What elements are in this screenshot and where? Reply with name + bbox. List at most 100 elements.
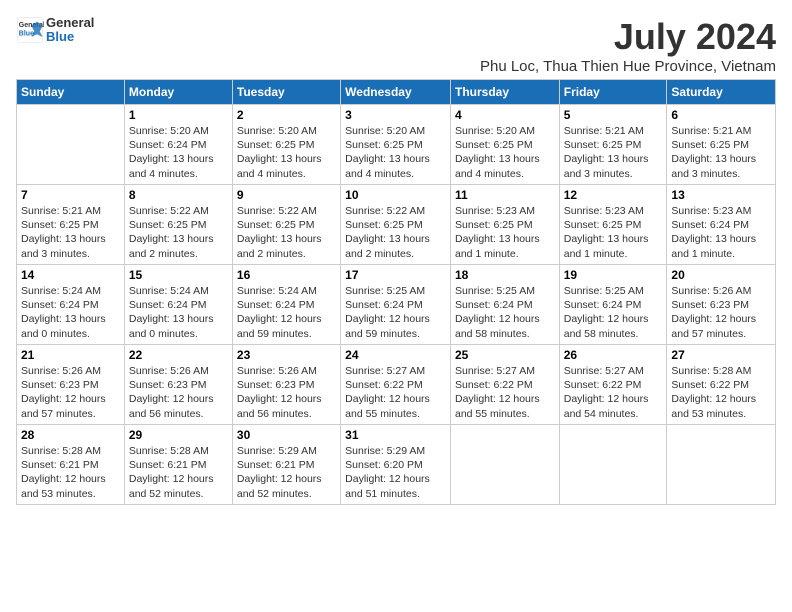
day-info: Sunrise: 5:28 AM Sunset: 6:21 PM Dayligh… (21, 444, 120, 501)
day-info: Sunrise: 5:23 AM Sunset: 6:25 PM Dayligh… (564, 204, 663, 261)
day-number: 14 (21, 268, 120, 282)
day-cell: 23Sunrise: 5:26 AM Sunset: 6:23 PM Dayli… (232, 345, 340, 425)
col-header-thursday: Thursday (450, 80, 559, 105)
day-number: 3 (345, 108, 446, 122)
page-header: General Blue General Blue July 2024 Phu … (16, 16, 776, 75)
col-header-wednesday: Wednesday (341, 80, 451, 105)
day-cell: 20 Sunrise: 5:26 AM Sunset: 6:23 PM Dayli… (667, 265, 776, 345)
day-number: 21 (21, 348, 120, 362)
day-info: Sunrise: 5:26 AM Sunset: 6:23 PM Dayligh… (129, 364, 228, 421)
day-info: Sunrise: 5:29 AM Sunset: 6:20 PM Dayligh… (345, 444, 446, 501)
col-header-monday: Monday (124, 80, 232, 105)
day-number: 11 (455, 188, 555, 202)
day-info: Sunrise: 5:27 AM Sunset: 6:22 PM Dayligh… (455, 364, 555, 421)
logo: General Blue General Blue (16, 16, 94, 45)
logo-icon: General Blue (16, 16, 44, 44)
day-cell: 16Sunrise: 5:24 AM Sunset: 6:24 PM Dayli… (232, 265, 340, 345)
day-cell: 9Sunrise: 5:22 AM Sunset: 6:25 PM Daylig… (232, 185, 340, 265)
day-cell (559, 425, 667, 505)
calendar-table: SundayMondayTuesdayWednesdayThursdayFrid… (16, 79, 776, 505)
day-info: Sunrise: 5:26 AM Sunset: 6:23 PM Dayligh… (671, 284, 771, 341)
day-info: Sunrise: 5:22 AM Sunset: 6:25 PM Dayligh… (345, 204, 446, 261)
day-cell: 13 Sunrise: 5:23 AM Sunset: 6:24 PM Dayli… (667, 185, 776, 265)
day-cell: 2 Sunrise: 5:20 AM Sunset: 6:25 PM Daylig… (232, 105, 340, 185)
day-number: 9 (237, 188, 336, 202)
day-number: 28 (21, 428, 120, 442)
calendar-header: SundayMondayTuesdayWednesdayThursdayFrid… (17, 80, 776, 105)
day-cell: 10 Sunrise: 5:22 AM Sunset: 6:25 PM Dayli… (341, 185, 451, 265)
day-info: Sunrise: 5:25 AM Sunset: 6:24 PM Dayligh… (455, 284, 555, 341)
day-number: 2 (237, 108, 336, 122)
day-info: Sunrise: 5:20 AM Sunset: 6:25 PM Dayligh… (345, 124, 446, 181)
day-number: 19 (564, 268, 663, 282)
day-number: 20 (671, 268, 771, 282)
day-cell: 3 Sunrise: 5:20 AM Sunset: 6:25 PM Daylig… (341, 105, 451, 185)
day-cell: 7 Sunrise: 5:21 AM Sunset: 6:25 PM Daylig… (17, 185, 125, 265)
day-info: Sunrise: 5:20 AM Sunset: 6:25 PM Dayligh… (455, 124, 555, 181)
day-cell: 5Sunrise: 5:21 AM Sunset: 6:25 PM Daylig… (559, 105, 667, 185)
day-info: Sunrise: 5:20 AM Sunset: 6:24 PM Dayligh… (129, 124, 228, 181)
week-row-2: 7 Sunrise: 5:21 AM Sunset: 6:25 PM Daylig… (17, 185, 776, 265)
day-cell: 26 Sunrise: 5:27 AM Sunset: 6:22 PM Dayli… (559, 345, 667, 425)
day-number: 26 (564, 348, 663, 362)
day-cell: 25 Sunrise: 5:27 AM Sunset: 6:22 PM Dayli… (450, 345, 559, 425)
day-cell: 31Sunrise: 5:29 AM Sunset: 6:20 PM Dayli… (341, 425, 451, 505)
day-number: 17 (345, 268, 446, 282)
day-info: Sunrise: 5:21 AM Sunset: 6:25 PM Dayligh… (564, 124, 663, 181)
day-info: Sunrise: 5:27 AM Sunset: 6:22 PM Dayligh… (564, 364, 663, 421)
day-info: Sunrise: 5:21 AM Sunset: 6:25 PM Dayligh… (21, 204, 120, 261)
day-info: Sunrise: 5:24 AM Sunset: 6:24 PM Dayligh… (21, 284, 120, 341)
day-number: 12 (564, 188, 663, 202)
day-number: 22 (129, 348, 228, 362)
day-number: 15 (129, 268, 228, 282)
day-cell: 24 Sunrise: 5:27 AM Sunset: 6:22 PM Dayli… (341, 345, 451, 425)
day-info: Sunrise: 5:28 AM Sunset: 6:21 PM Dayligh… (129, 444, 228, 501)
day-number: 10 (345, 188, 446, 202)
day-cell: 12 Sunrise: 5:23 AM Sunset: 6:25 PM Dayli… (559, 185, 667, 265)
day-number: 30 (237, 428, 336, 442)
day-cell: 19 Sunrise: 5:25 AM Sunset: 6:24 PM Dayli… (559, 265, 667, 345)
day-cell: 8 Sunrise: 5:22 AM Sunset: 6:25 PM Daylig… (124, 185, 232, 265)
logo-line2: Blue (46, 30, 94, 44)
col-header-tuesday: Tuesday (232, 80, 340, 105)
day-info: Sunrise: 5:23 AM Sunset: 6:25 PM Dayligh… (455, 204, 555, 261)
day-number: 25 (455, 348, 555, 362)
day-number: 27 (671, 348, 771, 362)
day-number: 4 (455, 108, 555, 122)
col-header-saturday: Saturday (667, 80, 776, 105)
main-title: July 2024 (480, 16, 776, 58)
title-block: July 2024 Phu Loc, Thua Thien Hue Provin… (480, 16, 776, 75)
day-cell: 1Sunrise: 5:20 AM Sunset: 6:24 PM Daylig… (124, 105, 232, 185)
week-row-1: 1Sunrise: 5:20 AM Sunset: 6:24 PM Daylig… (17, 105, 776, 185)
day-number: 13 (671, 188, 771, 202)
day-number: 23 (237, 348, 336, 362)
day-number: 8 (129, 188, 228, 202)
day-info: Sunrise: 5:27 AM Sunset: 6:22 PM Dayligh… (345, 364, 446, 421)
day-cell (450, 425, 559, 505)
col-header-friday: Friday (559, 80, 667, 105)
day-cell: 21Sunrise: 5:26 AM Sunset: 6:23 PM Dayli… (17, 345, 125, 425)
week-row-5: 28 Sunrise: 5:28 AM Sunset: 6:21 PM Dayli… (17, 425, 776, 505)
day-info: Sunrise: 5:20 AM Sunset: 6:25 PM Dayligh… (237, 124, 336, 181)
day-info: Sunrise: 5:28 AM Sunset: 6:22 PM Dayligh… (671, 364, 771, 421)
day-info: Sunrise: 5:22 AM Sunset: 6:25 PM Dayligh… (129, 204, 228, 261)
day-number: 24 (345, 348, 446, 362)
day-info: Sunrise: 5:23 AM Sunset: 6:24 PM Dayligh… (671, 204, 771, 261)
day-cell: 22 Sunrise: 5:26 AM Sunset: 6:23 PM Dayli… (124, 345, 232, 425)
day-number: 29 (129, 428, 228, 442)
col-header-sunday: Sunday (17, 80, 125, 105)
day-cell: 4 Sunrise: 5:20 AM Sunset: 6:25 PM Daylig… (450, 105, 559, 185)
day-cell: 14 Sunrise: 5:24 AM Sunset: 6:24 PM Dayli… (17, 265, 125, 345)
day-info: Sunrise: 5:29 AM Sunset: 6:21 PM Dayligh… (237, 444, 336, 501)
day-cell: 15 Sunrise: 5:24 AM Sunset: 6:24 PM Dayli… (124, 265, 232, 345)
subtitle: Phu Loc, Thua Thien Hue Province, Vietna… (480, 58, 776, 75)
day-info: Sunrise: 5:25 AM Sunset: 6:24 PM Dayligh… (345, 284, 446, 341)
day-info: Sunrise: 5:25 AM Sunset: 6:24 PM Dayligh… (564, 284, 663, 341)
day-cell: 27 Sunrise: 5:28 AM Sunset: 6:22 PM Dayli… (667, 345, 776, 425)
day-cell: 29 Sunrise: 5:28 AM Sunset: 6:21 PM Dayli… (124, 425, 232, 505)
day-number: 18 (455, 268, 555, 282)
day-number: 7 (21, 188, 120, 202)
logo-line1: General (46, 16, 94, 30)
day-info: Sunrise: 5:24 AM Sunset: 6:24 PM Dayligh… (129, 284, 228, 341)
day-cell (17, 105, 125, 185)
